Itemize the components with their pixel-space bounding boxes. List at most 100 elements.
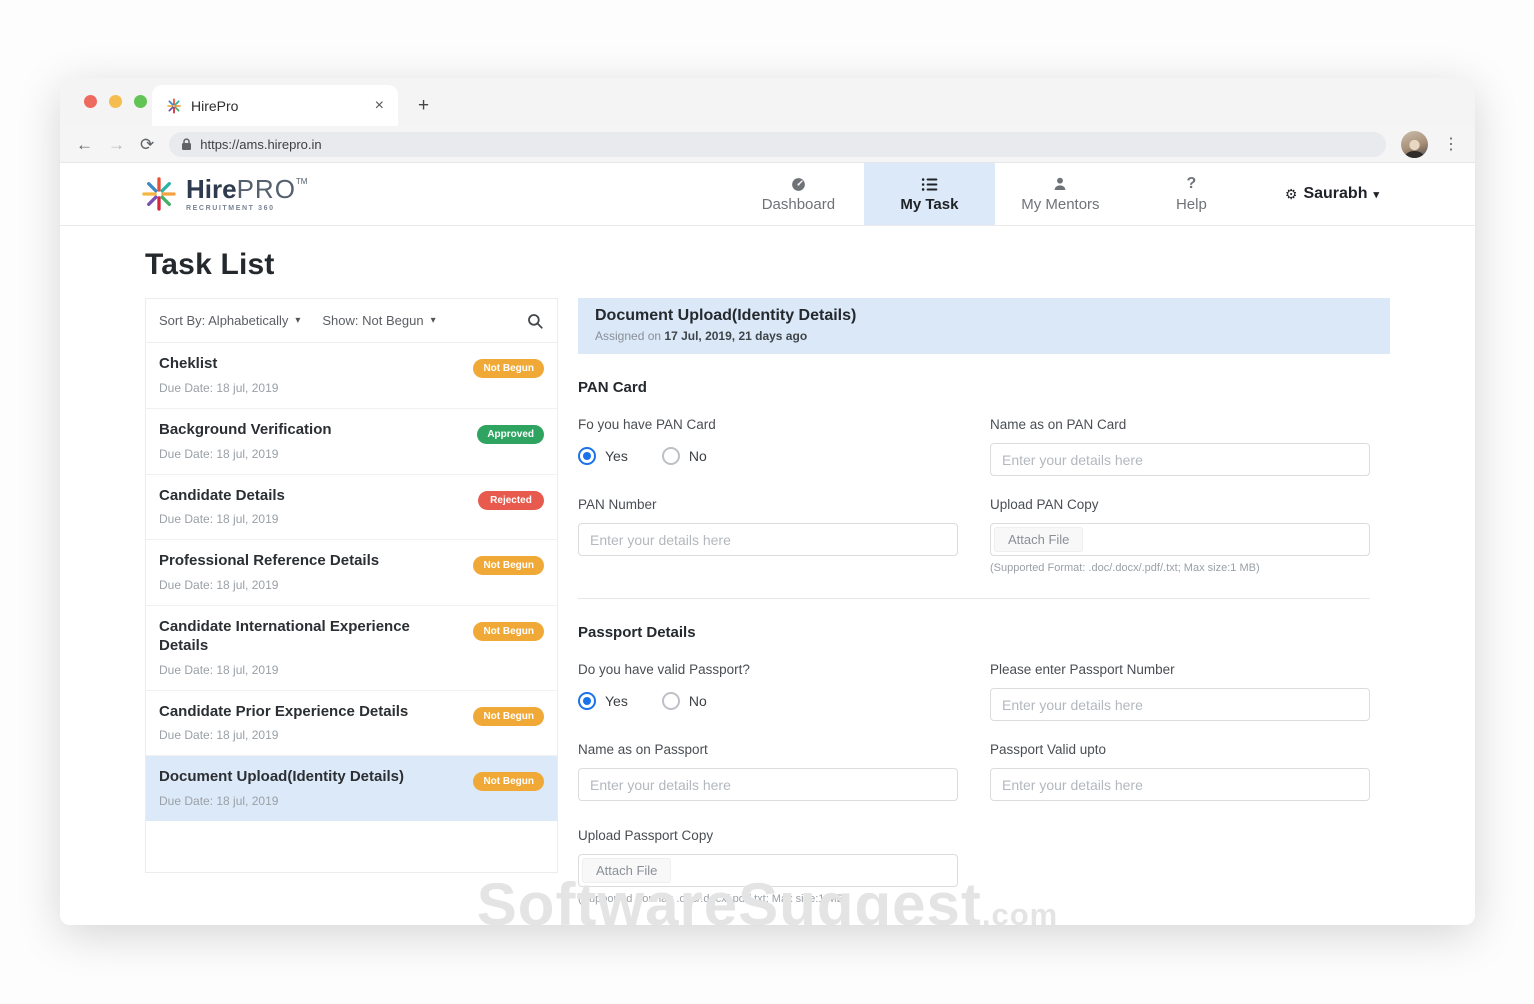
detail-header: Document Upload(Identity Details) Assign… bbox=[578, 298, 1390, 354]
task-item-professional-reference[interactable]: Professional Reference Details Due Date:… bbox=[146, 540, 557, 606]
pan-attach-file-button[interactable]: Attach File bbox=[994, 527, 1083, 552]
user-menu[interactable]: ⚙ Saurabh ▾ bbox=[1257, 163, 1475, 225]
field-label-passport-upload: Upload Passport Copy bbox=[578, 828, 958, 843]
task-title: Candidate Prior Experience Details bbox=[159, 703, 408, 722]
user-name: Saurabh bbox=[1303, 185, 1367, 203]
address-bar[interactable]: https://ams.hirepro.in bbox=[169, 132, 1386, 157]
passport-supported-format-note: (Supported Format: .doc/.docx/.pdf/.txt;… bbox=[578, 893, 958, 905]
field-label-pan-question: Fo you have PAN Card bbox=[578, 417, 958, 432]
nav-label: Help bbox=[1176, 196, 1207, 213]
task-due-date: Due Date: 18 jul, 2019 bbox=[159, 447, 332, 461]
status-badge: Not Begun bbox=[473, 359, 544, 378]
person-icon bbox=[1052, 175, 1068, 193]
task-due-date: Due Date: 18 jul, 2019 bbox=[159, 663, 459, 677]
nav-item-dashboard[interactable]: Dashboard bbox=[733, 163, 864, 225]
status-badge: Not Begun bbox=[473, 622, 544, 641]
new-tab-button[interactable]: + bbox=[418, 95, 429, 117]
status-badge: Not Begun bbox=[473, 556, 544, 575]
back-icon[interactable]: ← bbox=[76, 136, 93, 153]
task-item-document-upload[interactable]: Document Upload(Identity Details) Due Da… bbox=[146, 756, 557, 821]
chevron-down-icon: ▾ bbox=[1373, 188, 1379, 201]
main-content: Task List Sort By: Alphabetically ▾ Show… bbox=[60, 226, 1475, 925]
search-icon[interactable] bbox=[526, 312, 544, 330]
show-filter-dropdown[interactable]: Show: Not Begun ▾ bbox=[322, 313, 435, 328]
logo-trademark: TM bbox=[296, 178, 308, 186]
section-heading-pan: PAN Card bbox=[578, 379, 1370, 396]
pan-upload-field: Attach File bbox=[990, 523, 1370, 556]
nav-item-my-task[interactable]: My Task bbox=[864, 163, 995, 225]
task-item-candidate-details[interactable]: Candidate Details Due Date: 18 jul, 2019… bbox=[146, 475, 557, 541]
field-label-passport-question: Do you have valid Passport? bbox=[578, 662, 958, 677]
browser-tab[interactable]: HirePro × bbox=[152, 85, 398, 126]
field-label-passport-valid: Passport Valid upto bbox=[990, 742, 1370, 757]
section-divider bbox=[578, 598, 1370, 599]
task-title: Candidate International Experience Detai… bbox=[159, 618, 459, 656]
task-item-prior-experience[interactable]: Candidate Prior Experience Details Due D… bbox=[146, 691, 557, 757]
radio-passport-yes[interactable]: Yes bbox=[578, 692, 628, 710]
radio-passport-no[interactable]: No bbox=[662, 692, 707, 710]
favicon-starburst-icon bbox=[166, 98, 182, 114]
gear-icon: ⚙ bbox=[1285, 186, 1298, 203]
passport-valid-input[interactable] bbox=[990, 768, 1370, 801]
pan-supported-format-note: (Supported Format: .doc/.docx/.pdf/.txt;… bbox=[990, 562, 1370, 574]
logo-starburst-icon bbox=[140, 174, 178, 214]
maximize-window-button[interactable] bbox=[134, 95, 147, 108]
passport-name-input[interactable] bbox=[578, 768, 958, 801]
task-due-date: Due Date: 18 jul, 2019 bbox=[159, 728, 408, 742]
status-badge: Approved bbox=[477, 425, 544, 444]
radio-pan-yes[interactable]: Yes bbox=[578, 447, 628, 465]
radio-selected-icon bbox=[578, 692, 596, 710]
detail-title: Document Upload(Identity Details) bbox=[595, 307, 1373, 325]
browser-profile-avatar[interactable] bbox=[1401, 131, 1428, 158]
passport-number-input[interactable] bbox=[990, 688, 1370, 721]
nav-label: My Task bbox=[900, 196, 958, 213]
pan-name-input[interactable] bbox=[990, 443, 1370, 476]
task-list-toolbar: Sort By: Alphabetically ▾ Show: Not Begu… bbox=[146, 299, 557, 343]
nav-item-my-mentors[interactable]: My Mentors bbox=[995, 163, 1126, 225]
task-due-date: Due Date: 18 jul, 2019 bbox=[159, 794, 404, 808]
radio-selected-icon bbox=[578, 447, 596, 465]
reload-icon[interactable]: ⟳ bbox=[140, 136, 154, 153]
chevron-down-icon: ▾ bbox=[431, 315, 436, 326]
assigned-date: Assigned on 17 Jul, 2019, 21 days ago bbox=[595, 329, 1373, 343]
field-label-pan-upload: Upload PAN Copy bbox=[990, 497, 1370, 512]
browser-toolbar: ← → ⟳ https://ams.hirepro.in ⋮ bbox=[60, 126, 1475, 163]
page-title: Task List bbox=[145, 248, 1390, 282]
url-text: https://ams.hirepro.in bbox=[200, 137, 321, 152]
task-due-date: Due Date: 18 jul, 2019 bbox=[159, 512, 285, 526]
logo-text-pro: PRO bbox=[237, 176, 296, 202]
minimize-window-button[interactable] bbox=[109, 95, 122, 108]
status-badge: Not Begun bbox=[473, 772, 544, 791]
task-list-card: Sort By: Alphabetically ▾ Show: Not Begu… bbox=[145, 298, 558, 873]
tab-close-icon[interactable]: × bbox=[375, 97, 384, 115]
dashboard-icon bbox=[790, 175, 807, 193]
task-title: Document Upload(Identity Details) bbox=[159, 768, 404, 787]
nav-label: Dashboard bbox=[762, 196, 835, 213]
radio-pan-no[interactable]: No bbox=[662, 447, 707, 465]
task-list-icon bbox=[921, 175, 938, 193]
browser-window: HirePro × + ← → ⟳ https://ams.hirepro.in… bbox=[60, 78, 1475, 925]
radio-unselected-icon bbox=[662, 692, 680, 710]
task-title: Background Verification bbox=[159, 421, 332, 440]
task-title: Candidate Details bbox=[159, 487, 285, 506]
sort-by-dropdown[interactable]: Sort By: Alphabetically ▾ bbox=[159, 313, 300, 328]
tab-title: HirePro bbox=[191, 98, 366, 114]
task-item-cheklist[interactable]: Cheklist Due Date: 18 jul, 2019 Not Begu… bbox=[146, 343, 557, 409]
help-icon: ? bbox=[1187, 175, 1197, 193]
task-title: Professional Reference Details bbox=[159, 552, 379, 571]
passport-attach-file-button[interactable]: Attach File bbox=[582, 858, 671, 883]
close-window-button[interactable] bbox=[84, 95, 97, 108]
field-label-passport-name: Name as on Passport bbox=[578, 742, 958, 757]
logo-tagline: RECRUITMENT 360 bbox=[186, 205, 307, 212]
browser-menu-icon[interactable]: ⋮ bbox=[1443, 134, 1459, 154]
lock-icon bbox=[181, 138, 192, 151]
task-item-international-experience[interactable]: Candidate International Experience Detai… bbox=[146, 606, 557, 691]
task-item-background-verification[interactable]: Background Verification Due Date: 18 jul… bbox=[146, 409, 557, 475]
detail-form: PAN Card Fo you have PAN Card Yes bbox=[578, 379, 1390, 905]
task-title: Cheklist bbox=[159, 355, 278, 374]
nav-item-help[interactable]: ? Help bbox=[1126, 163, 1257, 225]
section-heading-passport: Passport Details bbox=[578, 624, 1370, 641]
pan-number-input[interactable] bbox=[578, 523, 958, 556]
forward-icon[interactable]: → bbox=[108, 136, 125, 153]
field-label-passport-number: Please enter Passport Number bbox=[990, 662, 1370, 677]
